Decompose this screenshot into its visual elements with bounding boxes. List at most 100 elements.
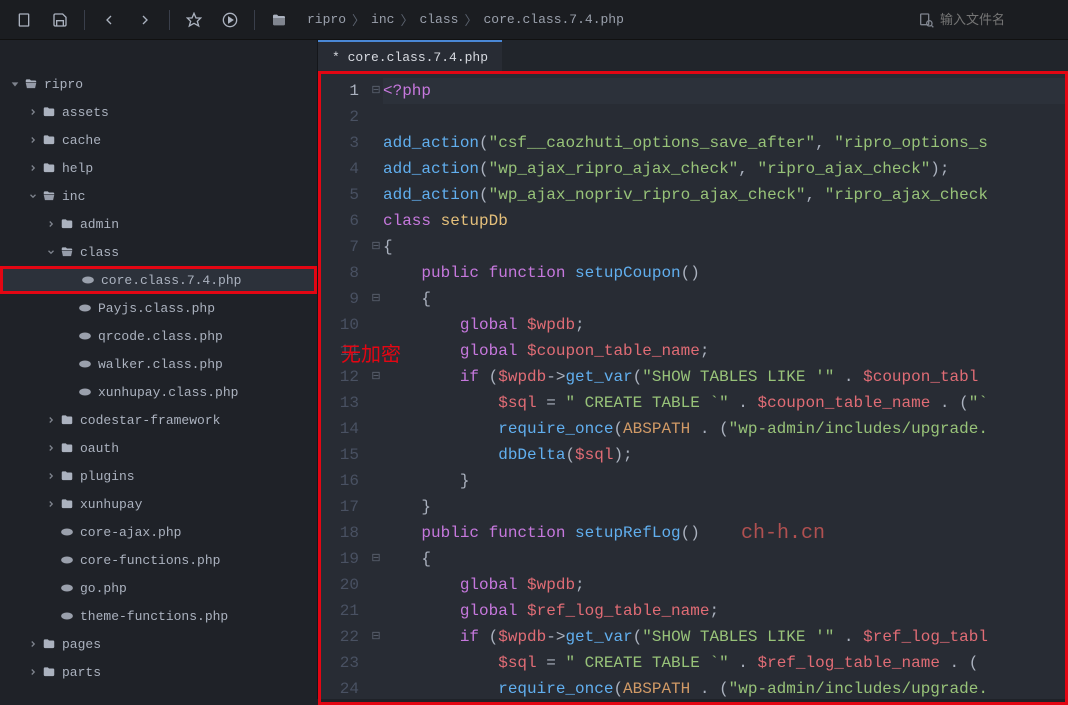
save-icon[interactable] (44, 4, 76, 36)
tree-folder[interactable]: plugins (0, 462, 317, 490)
search-icon (918, 12, 934, 28)
tree-item-label: oauth (80, 441, 119, 456)
tree-item-label: cache (62, 133, 101, 148)
fold-marker (369, 416, 383, 442)
line-number: 6 (321, 208, 359, 234)
code-line: global $wpdb; (383, 312, 1065, 338)
line-number: 12 (321, 364, 359, 390)
tree-folder[interactable]: parts (0, 658, 317, 686)
tree-file[interactable]: qrcode.class.php (0, 322, 317, 350)
folder-open-icon[interactable] (263, 4, 295, 36)
tree-item-label: walker.class.php (98, 357, 223, 372)
breadcrumb-item[interactable]: class (419, 12, 458, 27)
toolbar-separator (84, 10, 85, 30)
breadcrumb-item[interactable]: ripro (307, 12, 346, 27)
tree-folder[interactable]: class (0, 238, 317, 266)
fold-marker[interactable]: ⊟ (369, 286, 383, 312)
folder-icon (40, 665, 58, 679)
tree-item-label: core-ajax.php (80, 525, 181, 540)
fold-marker (369, 104, 383, 130)
code-line: add_action("csf__caozhuti_options_save_a… (383, 130, 1065, 156)
run-icon[interactable] (214, 4, 246, 36)
tree-item-label: core-functions.php (80, 553, 220, 568)
tree-item-label: admin (80, 217, 119, 232)
fold-marker (369, 390, 383, 416)
code-content[interactable]: <?phpadd_action("csf__caozhuti_options_s… (383, 74, 1065, 702)
line-number: 1 (321, 78, 359, 104)
code-line: add_action("wp_ajax_ripro_ajax_check", "… (383, 156, 1065, 182)
folder-icon (40, 105, 58, 119)
tree-item-label: theme-functions.php (80, 609, 228, 624)
tree-file[interactable]: xunhupay.class.php (0, 378, 317, 406)
folder-icon (58, 217, 76, 231)
tree-folder[interactable]: help (0, 154, 317, 182)
tree-item-label: codestar-framework (80, 413, 220, 428)
code-line: require_once(ABSPATH . ("wp-admin/includ… (383, 676, 1065, 702)
fold-marker[interactable]: ⊟ (369, 364, 383, 390)
code-line: class setupDb (383, 208, 1065, 234)
toolbar-separator (169, 10, 170, 30)
line-number: 13 (321, 390, 359, 416)
breadcrumb-separator: 〉 (352, 10, 365, 29)
line-number: 15 (321, 442, 359, 468)
line-number: 2 (321, 104, 359, 130)
tree-folder[interactable]: cache (0, 126, 317, 154)
code-line: $sql = " CREATE TABLE `" . $coupon_table… (383, 390, 1065, 416)
breadcrumb-item[interactable]: inc (371, 12, 394, 27)
fold-marker[interactable]: ⊟ (369, 78, 383, 104)
tree-item-label: go.php (80, 581, 127, 596)
code-line: public function setupCoupon() (383, 260, 1065, 286)
fold-marker[interactable]: ⊟ (369, 624, 383, 650)
code-line: } (383, 494, 1065, 520)
code-line: { (383, 286, 1065, 312)
line-number: 5 (321, 182, 359, 208)
code-line: if ($wpdb->get_var("SHOW TABLES LIKE '" … (383, 624, 1065, 650)
tree-folder[interactable]: oauth (0, 434, 317, 462)
nav-forward-icon[interactable] (129, 4, 161, 36)
tree-folder[interactable]: xunhupay (0, 490, 317, 518)
fold-marker[interactable]: ⊟ (369, 234, 383, 260)
file-search[interactable] (918, 12, 1060, 28)
file-search-input[interactable] (940, 12, 1060, 27)
chevron-icon (44, 499, 58, 509)
tree-item-label: assets (62, 105, 109, 120)
tree-folder[interactable]: codestar-framework (0, 406, 317, 434)
folder-icon (22, 77, 40, 91)
tree-folder[interactable]: inc (0, 182, 317, 210)
line-number: 11 (321, 338, 359, 364)
tree-folder[interactable]: admin (0, 210, 317, 238)
folder-icon (58, 497, 76, 511)
folder-icon (40, 133, 58, 147)
tree-file[interactable]: Payjs.class.php (0, 294, 317, 322)
fold-marker (369, 130, 383, 156)
fold-marker (369, 572, 383, 598)
code-line: add_action("wp_ajax_nopriv_ripro_ajax_ch… (383, 182, 1065, 208)
line-number: 9 (321, 286, 359, 312)
tree-file[interactable]: core-functions.php (0, 546, 317, 574)
new-file-icon[interactable] (8, 4, 40, 36)
tree-folder[interactable]: ripro (0, 70, 317, 98)
tree-folder[interactable]: assets (0, 98, 317, 126)
tree-item-label: Payjs.class.php (98, 301, 215, 316)
tree-file[interactable]: theme-functions.php (0, 602, 317, 630)
chevron-icon (26, 107, 40, 117)
fold-marker (369, 468, 383, 494)
code-line: dbDelta($sql); (383, 442, 1065, 468)
tree-file[interactable]: core-ajax.php (0, 518, 317, 546)
star-icon[interactable] (178, 4, 210, 36)
fold-marker[interactable]: ⊟ (369, 546, 383, 572)
nav-back-icon[interactable] (93, 4, 125, 36)
editor-tab[interactable]: * core.class.7.4.php (318, 40, 502, 72)
chevron-icon (44, 443, 58, 453)
fold-marker (369, 494, 383, 520)
folder-icon (58, 245, 76, 259)
tree-item-label: help (62, 161, 93, 176)
tree-file[interactable]: walker.class.php (0, 350, 317, 378)
fold-marker (369, 312, 383, 338)
tree-item-label: qrcode.class.php (98, 329, 223, 344)
tree-file[interactable]: go.php (0, 574, 317, 602)
tree-folder[interactable]: pages (0, 630, 317, 658)
tree-file[interactable]: core.class.7.4.php (0, 266, 317, 294)
tree-item-label: xunhupay (80, 497, 142, 512)
breadcrumb-item[interactable]: core.class.7.4.php (483, 12, 623, 27)
